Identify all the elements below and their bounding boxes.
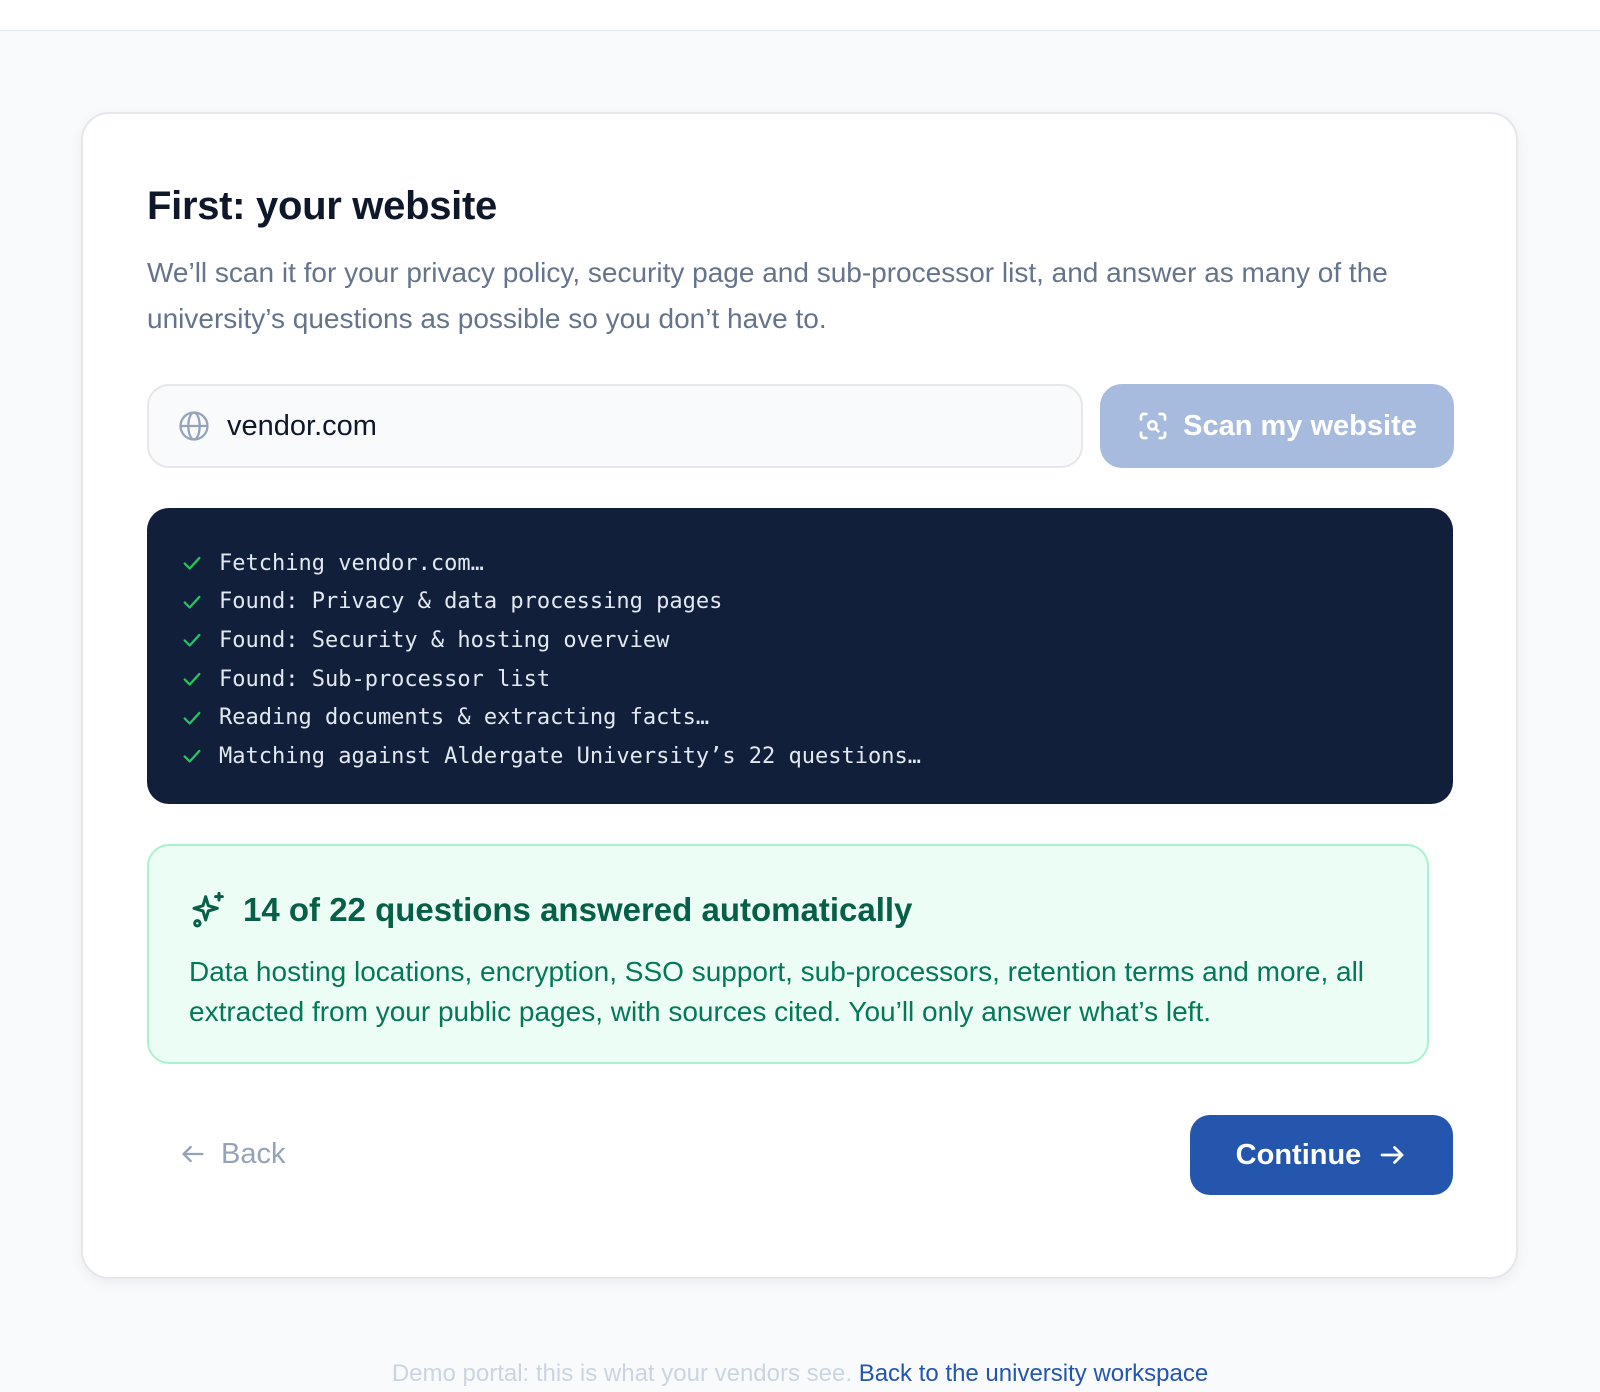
page-title: First: your website: [147, 184, 497, 228]
scan-log-text: Fetching vendor.com…: [219, 550, 484, 576]
globe-icon: [177, 409, 211, 443]
back-button[interactable]: Back: [179, 1126, 285, 1182]
auto-answer-summary: 14 of 22 questions answered automaticall…: [147, 844, 1429, 1064]
scan-log-line: Found: Privacy & data processing pages: [181, 583, 1453, 622]
back-label: Back: [221, 1137, 286, 1170]
scan-log-line: Matching against Aldergate University’s …: [181, 737, 1453, 776]
scan-website-label: Scan my website: [1183, 409, 1417, 442]
auto-answer-header: 14 of 22 questions answered automaticall…: [189, 890, 912, 930]
check-icon: [181, 668, 203, 690]
website-field[interactable]: [147, 384, 1083, 468]
arrow-right-icon: [1377, 1140, 1407, 1170]
arrow-left-icon: [179, 1140, 207, 1168]
scan-log-line: Found: Security & hosting overview: [181, 621, 1453, 660]
scan-log-line: Reading documents & extracting facts…: [181, 698, 1453, 737]
scan-log-text: Matching against Aldergate University’s …: [219, 743, 921, 769]
scan-log-text: Found: Sub-processor list: [219, 666, 551, 692]
scan-log-text: Reading documents & extracting facts…: [219, 705, 710, 731]
scan-log-line: Found: Sub-processor list: [181, 660, 1453, 699]
top-bar: [0, 0, 1600, 31]
sparkles-icon: [189, 890, 229, 930]
scan-log-text: Found: Security & hosting overview: [219, 627, 670, 653]
continue-button[interactable]: Continue: [1190, 1115, 1453, 1195]
page-subtitle: We’ll scan it for your privacy policy, s…: [147, 257, 1388, 334]
university-workspace-link[interactable]: Back to the university workspace: [859, 1360, 1209, 1387]
check-icon: [181, 591, 203, 613]
auto-answer-title: 14 of 22 questions answered automaticall…: [243, 891, 913, 928]
scan-website-button[interactable]: Scan my website: [1100, 384, 1454, 468]
auto-answer-body: Data hosting locations, encryption, SSO …: [189, 956, 1365, 1027]
footer: Demo portal: this is what your vendors s…: [0, 1360, 1600, 1388]
scan-log: Fetching vendor.com… Found: Privacy & da…: [147, 508, 1453, 804]
website-input[interactable]: [227, 409, 1047, 443]
scan-log-line: Fetching vendor.com…: [181, 544, 1453, 583]
check-icon: [181, 629, 203, 651]
check-icon: [181, 707, 203, 729]
scan-log-text: Found: Privacy & data processing pages: [219, 589, 723, 615]
check-icon: [181, 552, 203, 574]
website-step-card: First: your website We’ll scan it for yo…: [81, 112, 1518, 1279]
check-icon: [181, 745, 203, 767]
scan-icon: [1137, 410, 1169, 442]
footer-text: Demo portal: this is what your vendors s…: [391, 1360, 859, 1387]
continue-label: Continue: [1235, 1138, 1362, 1171]
